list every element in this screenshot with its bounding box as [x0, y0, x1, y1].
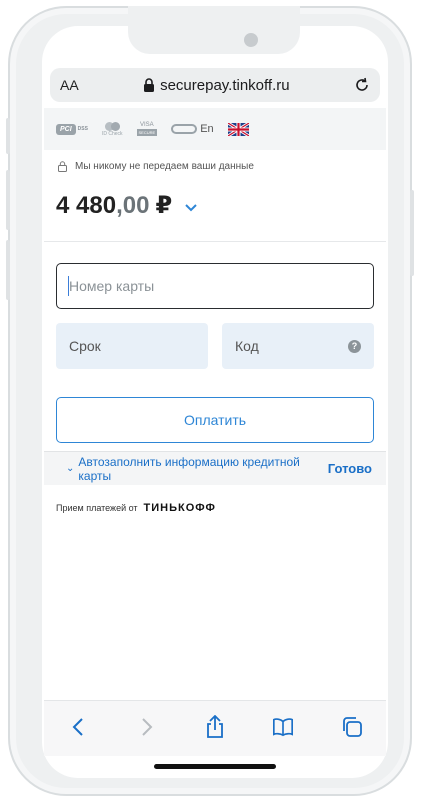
pci-dss-logo: PCI DSS	[56, 123, 88, 135]
merchant-prefix: Прием платежей от	[56, 503, 138, 513]
language-toggle[interactable]: En	[200, 123, 213, 135]
phone-side-button	[6, 118, 10, 154]
share-icon[interactable]	[204, 714, 226, 738]
amount-fraction: ,00	[116, 192, 150, 219]
privacy-note: Мы никому не передаем ваши данные	[58, 161, 254, 172]
text-caret	[68, 276, 69, 296]
amount-whole: 4 480,00	[56, 192, 150, 219]
address[interactable]: securepay.tinkoff.ru	[143, 77, 290, 94]
chevron-down-icon: ⌄	[66, 463, 75, 474]
done-button[interactable]: Готово	[328, 461, 372, 476]
visa-secure-logo: VISA SECURE	[136, 122, 158, 136]
url-bar[interactable]: AA securepay.tinkoff.ru	[50, 68, 380, 102]
phone-side-button	[6, 240, 10, 300]
forward-icon[interactable]	[136, 716, 158, 738]
back-icon[interactable]	[67, 716, 89, 738]
payment-logos: PCI DSS ID Check VISA SECURE En	[44, 108, 386, 150]
url-text: securepay.tinkoff.ru	[160, 76, 290, 94]
lock-icon	[144, 78, 155, 92]
privacy-text: Мы никому не передаем ваши данные	[75, 161, 254, 172]
bookmarks-icon[interactable]	[272, 716, 294, 738]
chevron-down-icon[interactable]	[184, 203, 198, 213]
tabs-icon[interactable]	[341, 716, 363, 738]
mastercard-id-check-logo: ID Check	[102, 121, 123, 137]
text-size-button[interactable]: AA	[60, 77, 79, 93]
tinkoff-logo: ТИНЬКОФФ	[143, 502, 216, 514]
camera	[244, 33, 258, 47]
browser-toolbar	[44, 700, 386, 756]
expiry-input[interactable]	[56, 323, 208, 369]
help-icon[interactable]: ?	[348, 340, 361, 353]
divider	[44, 241, 386, 242]
pay-button[interactable]: Оплатить	[56, 397, 374, 443]
merchant-info: Прием платежей от ТИНЬКОФФ	[56, 502, 216, 514]
reload-icon[interactable]	[354, 77, 370, 93]
uk-flag-icon[interactable]	[227, 122, 249, 136]
home-indicator	[154, 764, 276, 769]
autofill-bar: ⌄ Автозаполнить информацию кредитной кар…	[44, 451, 386, 485]
payment-amount[interactable]: 4 480,00 ₽	[56, 191, 198, 220]
phone-side-button	[6, 170, 10, 230]
mir-accept-logo: En	[171, 123, 214, 135]
currency-symbol: ₽	[155, 192, 173, 219]
notch	[128, 6, 300, 54]
lock-icon	[58, 161, 67, 172]
card-number-input[interactable]	[56, 263, 374, 309]
autofill-link[interactable]: ⌄ Автозаполнить информацию кредитной кар…	[66, 455, 328, 483]
phone-side-button	[410, 190, 414, 276]
